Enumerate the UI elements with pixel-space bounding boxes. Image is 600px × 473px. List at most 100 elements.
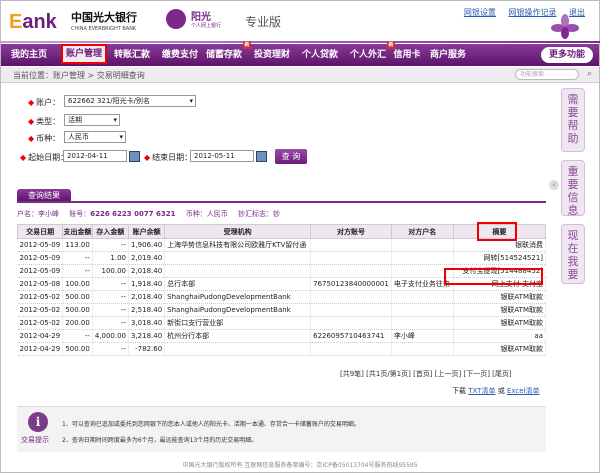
- search-icon[interactable]: ⌕: [587, 69, 592, 79]
- required-mark: ◆: [20, 153, 27, 162]
- quick-action-button[interactable]: 现在我要: [561, 224, 585, 284]
- alipay-row-highlight: [444, 268, 543, 285]
- flag-label: 钞汇标志：: [237, 210, 273, 218]
- calendar-icon[interactable]: [256, 151, 267, 162]
- col-credit: 存入金额: [91, 224, 130, 239]
- ebank-logo-rest: ank: [22, 11, 57, 33]
- sunshine-logo-icon: [166, 9, 186, 29]
- required-mark: ◆: [28, 117, 35, 126]
- cur-label: 币种：: [185, 210, 207, 218]
- start-date-input[interactable]: 2012-04-11: [63, 150, 127, 162]
- table-cell: 2012-05-09: [17, 238, 64, 252]
- collapse-arrow-icon[interactable]: ‹: [549, 180, 559, 190]
- col-counter-name: 对方户名: [390, 224, 454, 239]
- acct-label: 账号：: [69, 210, 91, 218]
- table-cell: 2012-05-02: [17, 290, 64, 304]
- excel-download-link[interactable]: Excel清单: [507, 387, 540, 395]
- tip-1: 1、可以查询已追加或委托到您网银下的您本人或他人的阳光卡、活期一本通、存贷合一卡…: [62, 421, 360, 428]
- account-select[interactable]: 622662 321/阳光卡/别名: [64, 95, 196, 107]
- table-header-row: 交易日期 支出金额 存入金额 账户余额 受理机构 对方账号 对方户名 摘要: [16, 224, 547, 239]
- calendar-icon[interactable]: [129, 151, 140, 162]
- nav-transfer[interactable]: 转账汇款: [109, 44, 155, 66]
- footer: 中国光大银行版权所有 互联网信息服务备案编号：京ICP备05013704号服务热…: [182, 462, 418, 469]
- header: Eank 中国光大银行 CHINA EVERBRIGHT BANK 阳光 个人网…: [1, 1, 599, 44]
- table-cell: [391, 316, 454, 330]
- main-nav: 我的主页 账户管理 转账汇款 缴费支付 储蓄存款新 投资理财 个人贷款 个人外汇…: [1, 41, 599, 66]
- end-date-input[interactable]: 2012-05-11: [190, 150, 254, 162]
- table-row: 2012-05-09 113.00 -- 1,906.40 上海华势信息科技有限公司欧雅…: [17, 238, 547, 252]
- table-cell: aa: [453, 329, 547, 343]
- start-date-row: ◆ 起始日期：: [20, 152, 68, 163]
- bank-name-en: CHINA EVERBRIGHT BANK: [71, 26, 137, 32]
- table-body: 2012-05-09 113.00 -- 1,906.40 上海华势信息科技有限公司欧雅…: [17, 238, 547, 356]
- log-link[interactable]: 网银操作记录: [508, 8, 556, 17]
- pager[interactable]: [共9笔] [共1页/第1页] [首页] [上一页] [下一页] [尾页]: [340, 369, 512, 379]
- table-cell: 2012-04-29: [17, 329, 64, 343]
- table-row: 2012-05-02 200.00 -- 3,018.40 新街口支行营业部 银联ATM取…: [17, 316, 547, 330]
- table-cell: 2012-05-09: [17, 264, 64, 278]
- nav-account-management[interactable]: 账户管理: [61, 44, 107, 64]
- txt-download-link[interactable]: TXT清单: [468, 387, 495, 395]
- query-button[interactable]: 查 询: [275, 149, 307, 164]
- table-cell: 3,218.40: [128, 329, 166, 343]
- nav-home[interactable]: 我的主页: [7, 44, 51, 66]
- download-links: 下载 TXT清单 或 Excel清单: [452, 386, 539, 396]
- nav-forex[interactable]: 个人外汇新: [345, 41, 395, 66]
- table-cell: 总行本部: [164, 277, 312, 291]
- table-cell: 4,000.00: [92, 329, 130, 343]
- type-row: ◆ 类型：: [28, 116, 60, 127]
- col-counter-account: 对方账号: [310, 224, 392, 239]
- nav-forex-label: 个人外汇: [349, 50, 386, 60]
- table-cell: 新街口支行营业部: [164, 316, 312, 330]
- function-search-input[interactable]: 功能搜索: [515, 69, 579, 80]
- table-cell: 1,918.40: [128, 277, 166, 291]
- type-select[interactable]: 活期: [64, 114, 120, 126]
- transaction-table: 交易日期 支出金额 存入金额 账户余额 受理机构 对方账号 对方户名 摘要 20…: [16, 224, 547, 356]
- table-row: 2012-04-29 500.00 -- -782.60 银联ATM取款: [17, 342, 547, 356]
- nav-savings[interactable]: 储蓄存款新: [201, 41, 251, 66]
- result-divider: [17, 201, 546, 203]
- nav-merchant[interactable]: 商户服务: [425, 44, 471, 66]
- table-cell: [310, 303, 392, 317]
- table-cell: 2012-05-08: [17, 277, 64, 291]
- col-date: 交易日期: [16, 224, 64, 239]
- table-cell: 500.00: [62, 290, 93, 304]
- table-cell: 2,518.40: [128, 303, 166, 317]
- currency-label: 币种：: [36, 134, 61, 143]
- nav-credit-card[interactable]: 信用卡: [389, 44, 425, 66]
- owner-info: 户名：李小峰: [17, 210, 59, 218]
- table-cell: 100.00: [62, 277, 93, 291]
- info-icon: i: [28, 412, 48, 432]
- nav-investment[interactable]: 投资理财: [249, 44, 295, 66]
- settings-link[interactable]: 网银设置: [464, 8, 496, 17]
- currency-select[interactable]: 人民币: [64, 131, 126, 143]
- table-cell: --: [62, 264, 93, 278]
- required-mark: ◆: [144, 153, 151, 162]
- col-debit: 支出金额: [62, 224, 93, 239]
- required-mark: ◆: [28, 134, 35, 143]
- nav-loans[interactable]: 个人贷款: [297, 44, 343, 66]
- table-cell: 2012-05-02: [17, 316, 64, 330]
- table-cell: 500.00: [62, 303, 93, 317]
- table-row: 2012-04-29 -- 4,000.00 3,218.40 杭州分行本部 622609…: [17, 329, 547, 343]
- table-cell: 200.00: [62, 316, 93, 330]
- table-cell: [164, 342, 312, 356]
- table-cell: [391, 238, 454, 252]
- tips-label: 交易提示: [21, 436, 49, 444]
- nav-payment[interactable]: 缴费支付: [157, 44, 203, 66]
- important-info-button[interactable]: 重要信息: [561, 160, 585, 217]
- table-cell: [310, 238, 392, 252]
- currency-row: ◆ 币种：: [28, 133, 60, 144]
- flag-value: 钞: [272, 210, 280, 218]
- ebank-logo-e: E: [9, 11, 23, 33]
- table-cell: [391, 342, 454, 356]
- table-row: 2012-05-02 500.00 -- 2,518.40 ShanghaiPudong…: [17, 303, 547, 317]
- table-cell: 76750123840000001: [310, 277, 392, 291]
- info-label: 重要信息: [567, 165, 579, 217]
- download-label: 下载: [452, 387, 466, 395]
- more-functions-button[interactable]: 更多功能: [541, 47, 593, 63]
- table-cell: ShanghaiPudongDevelopmentBank: [164, 290, 312, 304]
- help-panel-button[interactable]: 需要帮助: [561, 88, 585, 152]
- table-cell: 银联ATM取款: [453, 316, 547, 330]
- table-cell: [310, 316, 392, 330]
